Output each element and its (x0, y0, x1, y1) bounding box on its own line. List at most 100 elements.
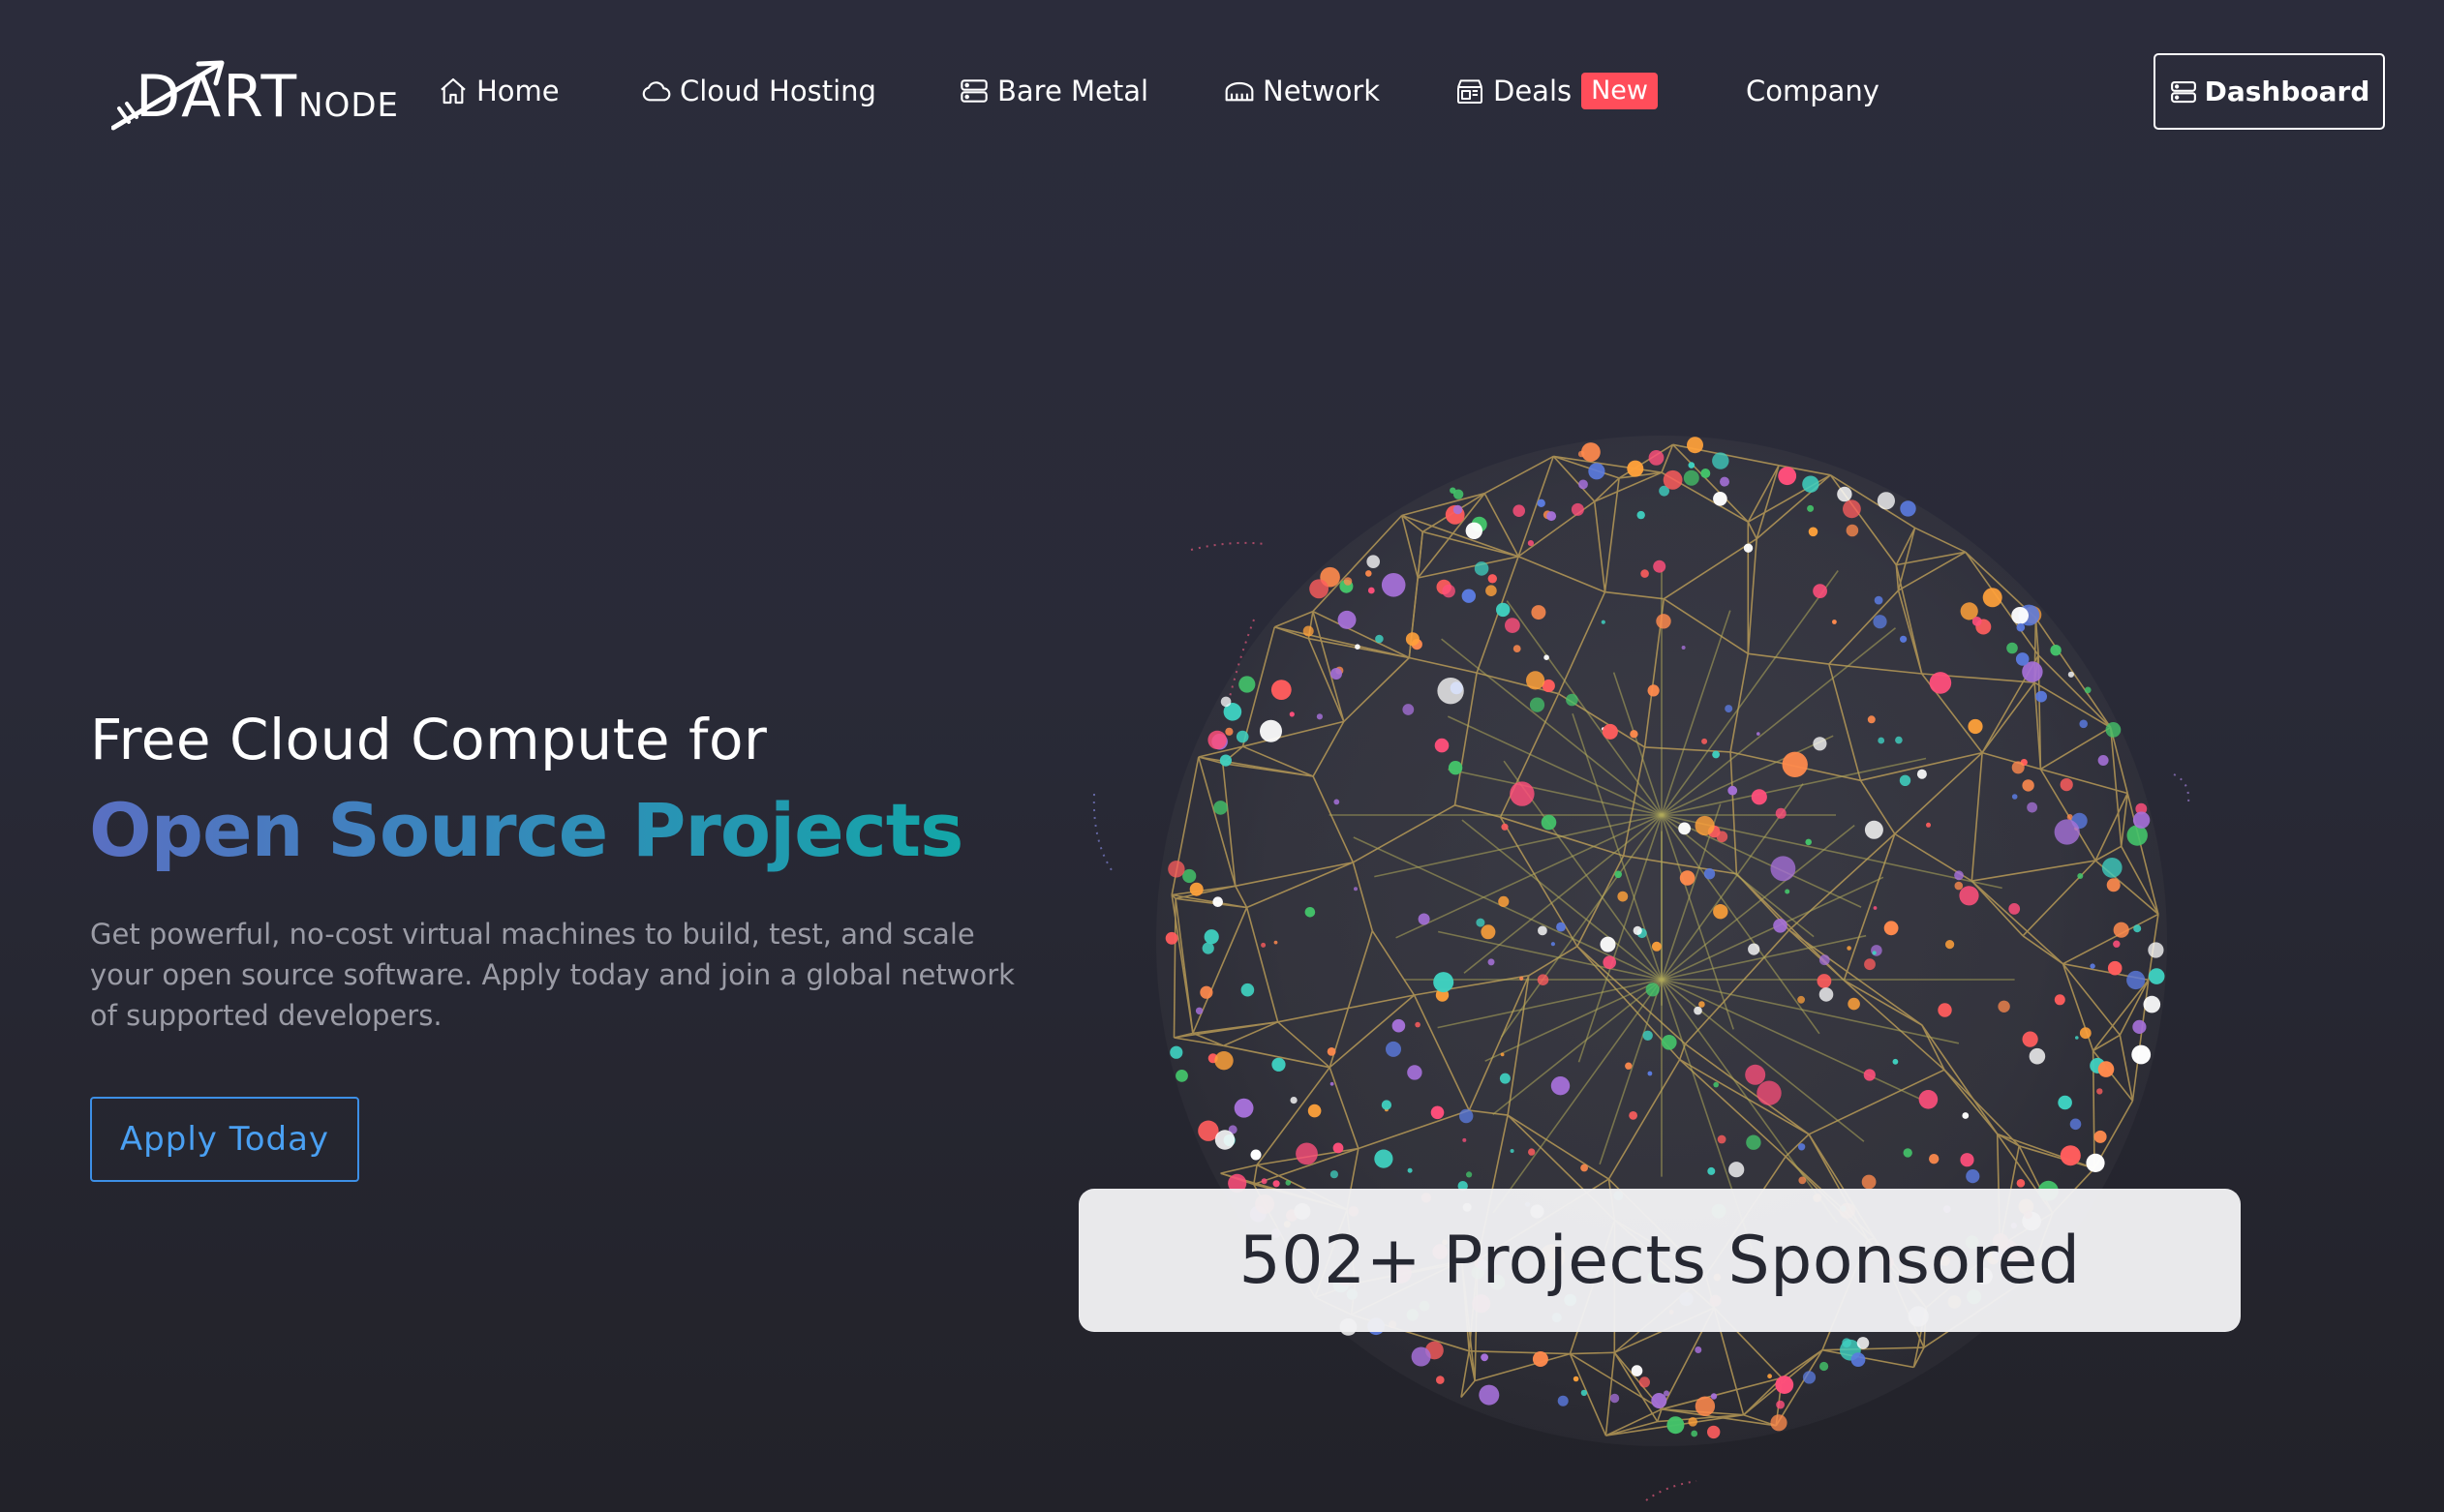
globe-node-dot (1434, 738, 1450, 753)
globe-node-dot (1717, 1134, 1726, 1144)
globe-edge (1469, 1349, 1571, 1355)
globe-node-dot (1573, 1376, 1579, 1382)
globe-node-dot (2126, 970, 2146, 990)
globe-edge (1747, 538, 1757, 654)
globe-edge (1997, 1133, 2095, 1169)
globe-edge (1604, 477, 1620, 592)
globe-edge (1821, 1348, 1914, 1369)
globe-edge (1843, 980, 1945, 1071)
globe-node-dot (2148, 968, 2165, 984)
globe-node-dot (1501, 823, 1509, 831)
globe-node-dot (2060, 1145, 2081, 1166)
logo-word-node: NODE (298, 86, 400, 125)
globe-node-dot (2016, 1179, 2026, 1188)
globe-node-dot (1481, 1353, 1488, 1362)
globe-node-dot (1367, 587, 1375, 594)
nav-item-network[interactable]: Network (1224, 68, 1380, 114)
globe-node-dot (1543, 510, 1552, 520)
globe-node-dot (1960, 1153, 1974, 1167)
globe-spoke (1661, 814, 1820, 1035)
globe-node-dot (1374, 1149, 1393, 1168)
globe-edge (1897, 590, 1923, 675)
nav-item-cloud-hosting-label: Cloud Hosting (680, 75, 876, 107)
globe-edge (1222, 762, 1314, 777)
globe-edge (1312, 611, 1345, 722)
globe-spoke (1463, 814, 1663, 974)
globe-spoke (1612, 672, 1663, 816)
globe-node-dot (1332, 1142, 1344, 1154)
globe-node-dot (1236, 730, 1249, 743)
globe-edge (1307, 638, 1345, 722)
globe-node-dot (2050, 645, 2062, 656)
globe-node-dot (1512, 645, 1521, 652)
globe-edge (2039, 769, 2096, 862)
globe-edge (1821, 1346, 1924, 1351)
globe-edge (2018, 1145, 2095, 1169)
globe-node-dot (1498, 895, 1510, 908)
globe-node-dot (1238, 676, 1256, 693)
globe-node-dot (2067, 671, 2074, 678)
globe-node-dot (1365, 570, 1372, 577)
globe-node-dot (1260, 719, 1282, 742)
dashboard-button[interactable]: Dashboard (2154, 53, 2385, 130)
nav-item-cloud-hosting[interactable]: Cloud Hosting (641, 68, 876, 114)
globe-node-dot (1767, 1374, 1772, 1379)
globe-edge (1613, 1351, 1663, 1410)
nav-item-company[interactable]: Company (1746, 68, 1879, 114)
globe-edge (1729, 751, 1738, 874)
nav-item-bare-metal[interactable]: Bare Metal (959, 68, 1148, 114)
nav-item-deals[interactable]: Deals New (1454, 68, 1659, 114)
globe-edge (1329, 994, 1416, 1069)
globe-node-dot (1656, 614, 1671, 629)
brand-logo-text[interactable]: DARTNODE (136, 68, 399, 126)
globe-edge (1413, 994, 1470, 1111)
globe-edge (1735, 873, 1790, 931)
globe-edge (1245, 907, 1279, 1023)
globe-node-dot (1337, 610, 1357, 629)
globe-edge (1661, 1408, 1744, 1416)
globe-node-dot (1437, 678, 1464, 705)
globe-node-dot (2006, 642, 2018, 654)
globe-node-dot (2077, 873, 2084, 879)
globe-edge (1622, 746, 1646, 857)
globe-node-dot (2079, 719, 2088, 729)
logo-word-dart: DART (136, 63, 299, 131)
nav-item-home[interactable]: Home (438, 68, 560, 114)
globe-edge (1499, 816, 1578, 948)
globe-edge (1605, 1420, 1658, 1436)
globe-node-dot (1213, 801, 1228, 815)
globe-node-dot (1557, 1395, 1569, 1406)
home-icon (441, 77, 466, 105)
globe-edge (1656, 1408, 1663, 1422)
globe-node-dot (1645, 983, 1660, 997)
globe-node-dot (1542, 679, 1555, 693)
globe-node-dot (1474, 561, 1489, 576)
globe-spoke (1572, 712, 1663, 981)
globe-node-dot (1636, 510, 1645, 520)
globe-node-dot (1773, 919, 1787, 933)
globe-node-dot (1335, 666, 1344, 675)
globe-edge (1618, 471, 1663, 479)
globe-node-dot (1271, 1057, 1286, 1072)
globe-node-dot (1807, 504, 1815, 512)
globe-edge (2120, 793, 2128, 847)
globe-edge (2094, 793, 2128, 862)
globe-node-dot (1602, 727, 1605, 731)
network-icon (1225, 81, 1254, 102)
apply-today-button[interactable]: Apply Today (90, 1097, 359, 1182)
globe-edge (1454, 804, 1501, 818)
globe-edge (2033, 654, 2039, 683)
globe-node-dot (2113, 940, 2121, 948)
globe-edge (2148, 914, 2159, 981)
globe-node-dot (2132, 1019, 2147, 1034)
globe-node-dot (1687, 437, 1703, 454)
globe-edge (1569, 1352, 1663, 1410)
globe-node-dot (1694, 1006, 1702, 1015)
globe-node-dot (1601, 620, 1605, 624)
globe-edge (1965, 551, 2036, 619)
globe-spoke (1484, 979, 1663, 1062)
globe-node-dot (1813, 584, 1827, 598)
globe-edge (1843, 980, 1923, 1026)
globe-node-dot (1688, 462, 1696, 469)
globe-node-dot (1270, 680, 1292, 700)
